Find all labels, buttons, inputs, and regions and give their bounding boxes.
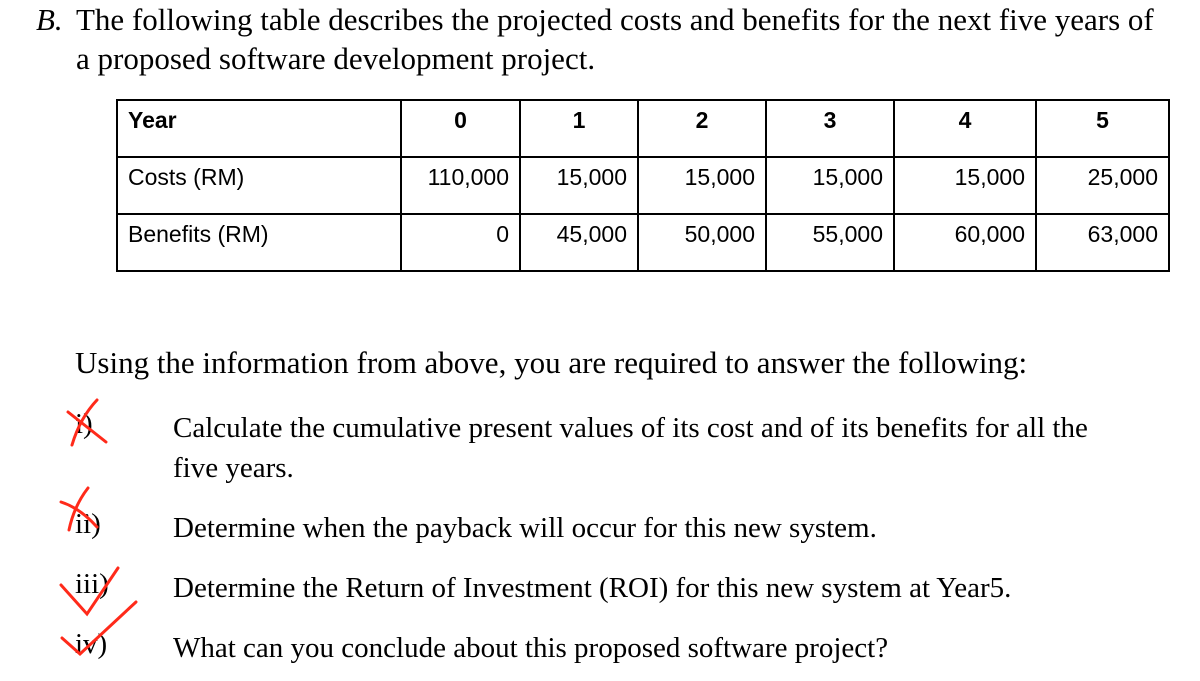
- check-mark-icon: [60, 600, 138, 657]
- check-mark-icon: [59, 566, 120, 617]
- cross-mark-icon: [59, 500, 99, 529]
- annotation-svg: [59, 398, 138, 657]
- cross-mark-icon: [70, 398, 99, 447]
